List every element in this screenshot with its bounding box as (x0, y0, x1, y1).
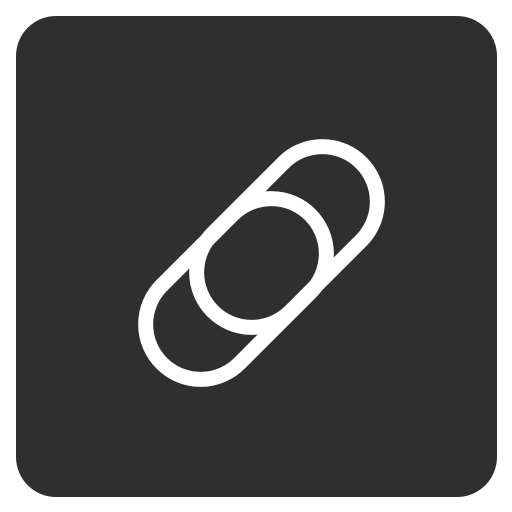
link-icon (138, 139, 385, 387)
app-icon-tile[interactable] (16, 16, 497, 497)
link-lower-loop (138, 191, 334, 387)
